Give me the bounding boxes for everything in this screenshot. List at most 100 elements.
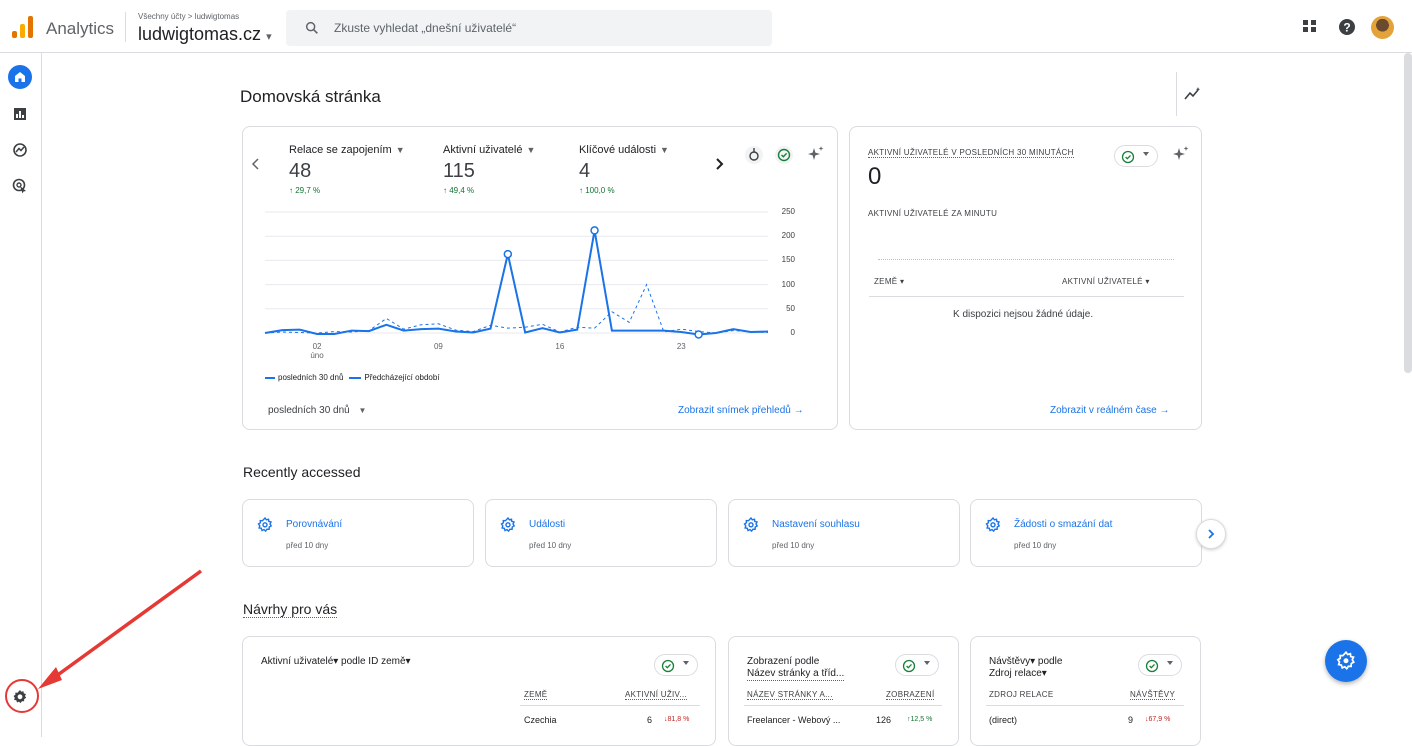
search-icon bbox=[305, 21, 318, 34]
caret-down-icon: ▼ bbox=[660, 145, 669, 155]
data-point[interactable] bbox=[694, 330, 703, 339]
account-avatar[interactable] bbox=[1371, 16, 1394, 39]
date-range-label: posledních 30 dnů bbox=[268, 405, 350, 416]
settings-icon bbox=[743, 517, 759, 533]
y-tick-label: 200 bbox=[781, 231, 795, 241]
sparkle-icon[interactable] bbox=[1172, 145, 1190, 163]
view-reports-snapshot-link[interactable]: Zobrazit snímek přehledů → bbox=[678, 405, 804, 416]
per-minute-baseline bbox=[878, 259, 1174, 260]
bar-chart-icon bbox=[14, 108, 26, 120]
data-point[interactable] bbox=[590, 226, 599, 235]
home-nav-button[interactable] bbox=[8, 65, 32, 89]
data-point[interactable] bbox=[503, 249, 513, 259]
metric-label: Relace se zapojením bbox=[289, 144, 392, 156]
recent-subtitle: před 10 dny bbox=[286, 541, 329, 550]
metric-value: 115 bbox=[443, 160, 475, 182]
legend-current: posledních 30 dnů bbox=[278, 373, 344, 382]
recent-item[interactable]: Žádosti o smazání dat před 10 dny bbox=[970, 499, 1202, 567]
property-selector[interactable]: ludwigtomas.cz ▾ bbox=[138, 24, 272, 45]
recent-subtitle: před 10 dny bbox=[1014, 541, 1057, 550]
row-delta: ↑12,5 % bbox=[907, 716, 933, 723]
metric-value: 4 bbox=[579, 160, 591, 182]
settings-icon bbox=[500, 517, 516, 533]
column-header: NÁVŠTĚVY bbox=[1130, 690, 1176, 700]
anomaly-icon[interactable] bbox=[744, 145, 764, 165]
column-label: AKTIVNÍ UŽIVATELÉ bbox=[1062, 277, 1143, 286]
side-nav bbox=[0, 53, 42, 737]
suggestions-heading: Návrhy pro vás bbox=[243, 601, 338, 618]
date-range-selector[interactable]: posledních 30 dnů ▼ bbox=[268, 405, 366, 416]
recent-title: Porovnávání bbox=[286, 519, 343, 530]
view-realtime-link[interactable]: Zobrazit v reálném čase → bbox=[1050, 405, 1170, 416]
y-tick-label: 50 bbox=[786, 303, 795, 313]
caret-down-icon bbox=[924, 661, 930, 665]
check-circle-icon bbox=[902, 659, 916, 673]
row-delta: ↓81,8 % bbox=[664, 716, 690, 723]
row-value: 9 bbox=[1128, 715, 1134, 725]
search-placeholder: Zkuste vyhledat „dnešní uživatelé“ bbox=[334, 21, 517, 35]
sparkle-icon[interactable] bbox=[807, 145, 825, 163]
metric-engaged-sessions[interactable]: Relace se zapojením ▼ 48 ↑ 29,7 % bbox=[289, 144, 405, 195]
reports-nav-button[interactable] bbox=[8, 102, 32, 126]
status-chip[interactable] bbox=[1138, 654, 1182, 676]
help-icon[interactable]: ? bbox=[1337, 17, 1357, 37]
status-chip[interactable] bbox=[895, 654, 939, 676]
insights-icon[interactable] bbox=[1184, 86, 1202, 102]
check-circle-icon bbox=[1145, 659, 1159, 673]
x-tick-label: 09 bbox=[433, 342, 443, 351]
apps-grid-icon[interactable] bbox=[1301, 17, 1319, 35]
analytics-logo[interactable] bbox=[12, 16, 34, 38]
page-title: Domovská stránka bbox=[240, 87, 381, 106]
caret-down-icon bbox=[1167, 661, 1173, 665]
chevron-left-icon[interactable] bbox=[251, 157, 261, 171]
row-label: Freelancer - Webový ... bbox=[747, 715, 841, 725]
advertising-nav-button[interactable] bbox=[8, 174, 32, 198]
chevron-right-icon[interactable] bbox=[714, 157, 724, 171]
caret-down-icon: ▼ bbox=[358, 406, 367, 415]
divider bbox=[1176, 72, 1177, 116]
check-circle-icon bbox=[661, 659, 675, 673]
check-circle-icon bbox=[1121, 150, 1135, 164]
title-line: Zdroj relace▾ bbox=[989, 668, 1047, 679]
advertising-icon bbox=[12, 178, 26, 194]
per-minute-label: AKTIVNÍ UŽIVATELÉ ZA MINUTU bbox=[868, 209, 998, 218]
recent-next-button[interactable] bbox=[1196, 519, 1226, 549]
title-line: Návštěvy▾ podle bbox=[989, 656, 1063, 667]
metric-active-users[interactable]: Aktivní uživatelé ▼ 115 ↑ 49,4 % bbox=[443, 144, 535, 195]
search-box[interactable]: Zkuste vyhledat „dnešní uživatelé“ bbox=[286, 10, 772, 46]
recent-item[interactable]: Porovnávání před 10 dny bbox=[242, 499, 474, 567]
column-label: ZEMĚ bbox=[874, 277, 898, 286]
recent-item[interactable]: Události před 10 dny bbox=[485, 499, 717, 567]
settings-icon bbox=[257, 517, 273, 533]
settings-icon bbox=[985, 517, 1001, 533]
recent-title: Žádosti o smazání dat bbox=[1014, 519, 1113, 530]
metric-label: Klíčové události bbox=[579, 144, 657, 156]
svg-text:?: ? bbox=[1343, 21, 1350, 35]
recent-title: Nastavení souhlasu bbox=[772, 519, 860, 530]
suggestion-title[interactable]: Návštěvy▾ podle Zdroj relace▾ bbox=[989, 656, 1062, 680]
users-column-header[interactable]: AKTIVNÍ UŽIVATELÉ ▾ bbox=[1062, 277, 1150, 286]
recent-item[interactable]: Nastavení souhlasu před 10 dny bbox=[728, 499, 960, 567]
app-name: Analytics bbox=[46, 19, 115, 38]
realtime-status-chip[interactable] bbox=[1114, 145, 1158, 167]
recent-title: Události bbox=[529, 519, 566, 530]
page-scrollbar[interactable] bbox=[1404, 53, 1412, 373]
check-circle-icon[interactable] bbox=[774, 145, 794, 165]
settings-fab[interactable] bbox=[1325, 640, 1367, 682]
status-chip[interactable] bbox=[654, 654, 698, 676]
suggestion-title[interactable]: Zobrazení podle Název stránky a tříd... bbox=[747, 656, 845, 681]
home-icon bbox=[15, 72, 25, 82]
breadcrumb[interactable]: Všechny účty > ludwigtomas bbox=[138, 12, 239, 21]
caret-down-icon: ▼ bbox=[526, 145, 536, 155]
metric-delta: ↑ 49,4 % bbox=[443, 186, 475, 195]
x-tick-label: 23 bbox=[676, 342, 686, 351]
explore-nav-button[interactable] bbox=[8, 138, 32, 162]
suggestion-title[interactable]: Aktivní uživatelé▾ podle ID země▾ bbox=[261, 656, 411, 668]
country-column-header[interactable]: ZEMĚ ▾ bbox=[874, 277, 904, 286]
admin-highlight-circle bbox=[5, 679, 39, 713]
divider bbox=[744, 705, 942, 706]
recent-subtitle: před 10 dny bbox=[529, 541, 572, 550]
row-label: (direct) bbox=[989, 715, 1018, 725]
metric-key-events[interactable]: Klíčové události ▼ 4 ↑ 100,0 % bbox=[579, 144, 669, 195]
explore-icon bbox=[13, 143, 27, 157]
